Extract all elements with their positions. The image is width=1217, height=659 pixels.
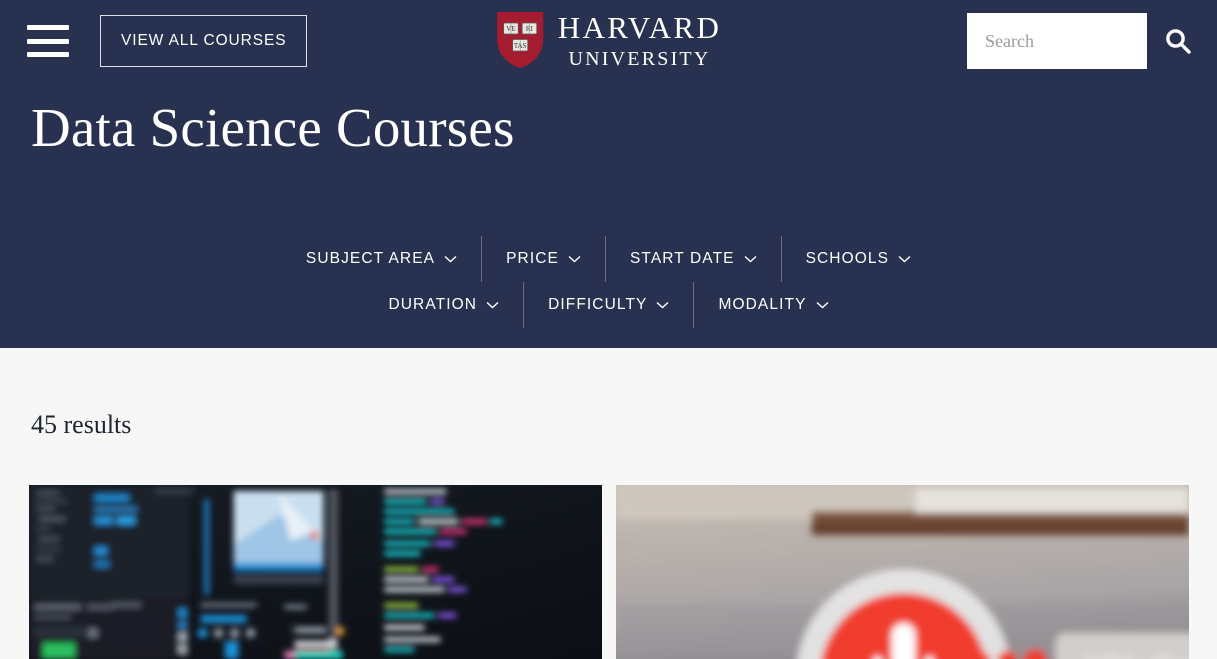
filter-modality[interactable]: MODALITY [694,282,852,328]
chevron-down-icon [898,255,911,263]
results-count: 45 results [31,410,132,439]
course-card-grid: "Ok Google" [29,485,1189,659]
search-area [967,13,1197,69]
filter-label: SUBJECT AREA [305,250,436,267]
code-editor-photo [29,485,602,659]
filter-price[interactable]: PRICE [482,236,606,282]
chevron-down-icon [486,301,499,309]
harvard-wordmark: HARVARD UNIVERSITY [558,12,722,69]
svg-text:RI: RI [525,25,533,33]
filter-schools[interactable]: SCHOOLS [782,236,936,282]
filter-label: SCHOOLS [805,250,890,267]
search-submit-button[interactable] [1159,22,1197,60]
harvard-shield-icon: VE RI TAS [496,12,543,68]
filter-duration[interactable]: DURATION [364,282,525,328]
logo-line-harvard: HARVARD [557,9,722,45]
logo-line-university: UNIVERSITY [568,47,711,70]
hamburger-bar-2 [27,38,69,44]
filter-row-1: SUBJECT AREA PRICE START DATE SCHOOLS [0,236,1217,282]
hamburger-bar-3 [27,52,69,57]
chevron-down-icon [744,255,757,263]
site-header: VIEW ALL COURSES VE RI TAS HARVARD UNIVE… [0,0,1217,348]
filter-label: DIFFICULTY [548,296,648,313]
chevron-down-icon [816,301,828,309]
hamburger-icon[interactable] [27,21,69,61]
filter-subject-area[interactable]: SUBJECT AREA [282,236,483,282]
hamburger-bar-1 [27,25,69,30]
filter-label: START DATE [629,250,735,267]
chevron-down-icon [656,301,669,309]
courses-page: VIEW ALL COURSES VE RI TAS HARVARD UNIVE… [0,0,1217,659]
view-all-courses-button[interactable]: VIEW ALL COURSES [100,15,308,67]
chevron-down-icon [444,255,457,263]
page-title: Data Science Courses [31,97,515,158]
filter-label: PRICE [506,250,559,267]
filter-row-2: DURATION DIFFICULTY MODALITY [0,282,1217,328]
search-icon [1166,29,1191,54]
ok-google-voice-photo: "Ok Google" [616,485,1189,659]
filter-label: DURATION [388,296,478,313]
svg-text:"Ok Google": "Ok Google" [1085,649,1189,659]
filter-label: MODALITY [718,296,807,313]
top-bar: VIEW ALL COURSES VE RI TAS HARVARD UNIVE… [0,0,1217,82]
filter-difficulty[interactable]: DIFFICULTY [524,282,695,328]
filter-start-date[interactable]: START DATE [606,236,782,282]
results-area: 45 results [0,348,1217,659]
course-card[interactable] [29,485,602,659]
harvard-logo[interactable]: VE RI TAS HARVARD UNIVERSITY [496,11,722,69]
course-card[interactable]: "Ok Google" [616,485,1189,659]
search-input[interactable] [967,13,1147,69]
chevron-down-icon [568,255,581,263]
filter-bar: SUBJECT AREA PRICE START DATE SCHOOLS DU… [0,236,1217,328]
